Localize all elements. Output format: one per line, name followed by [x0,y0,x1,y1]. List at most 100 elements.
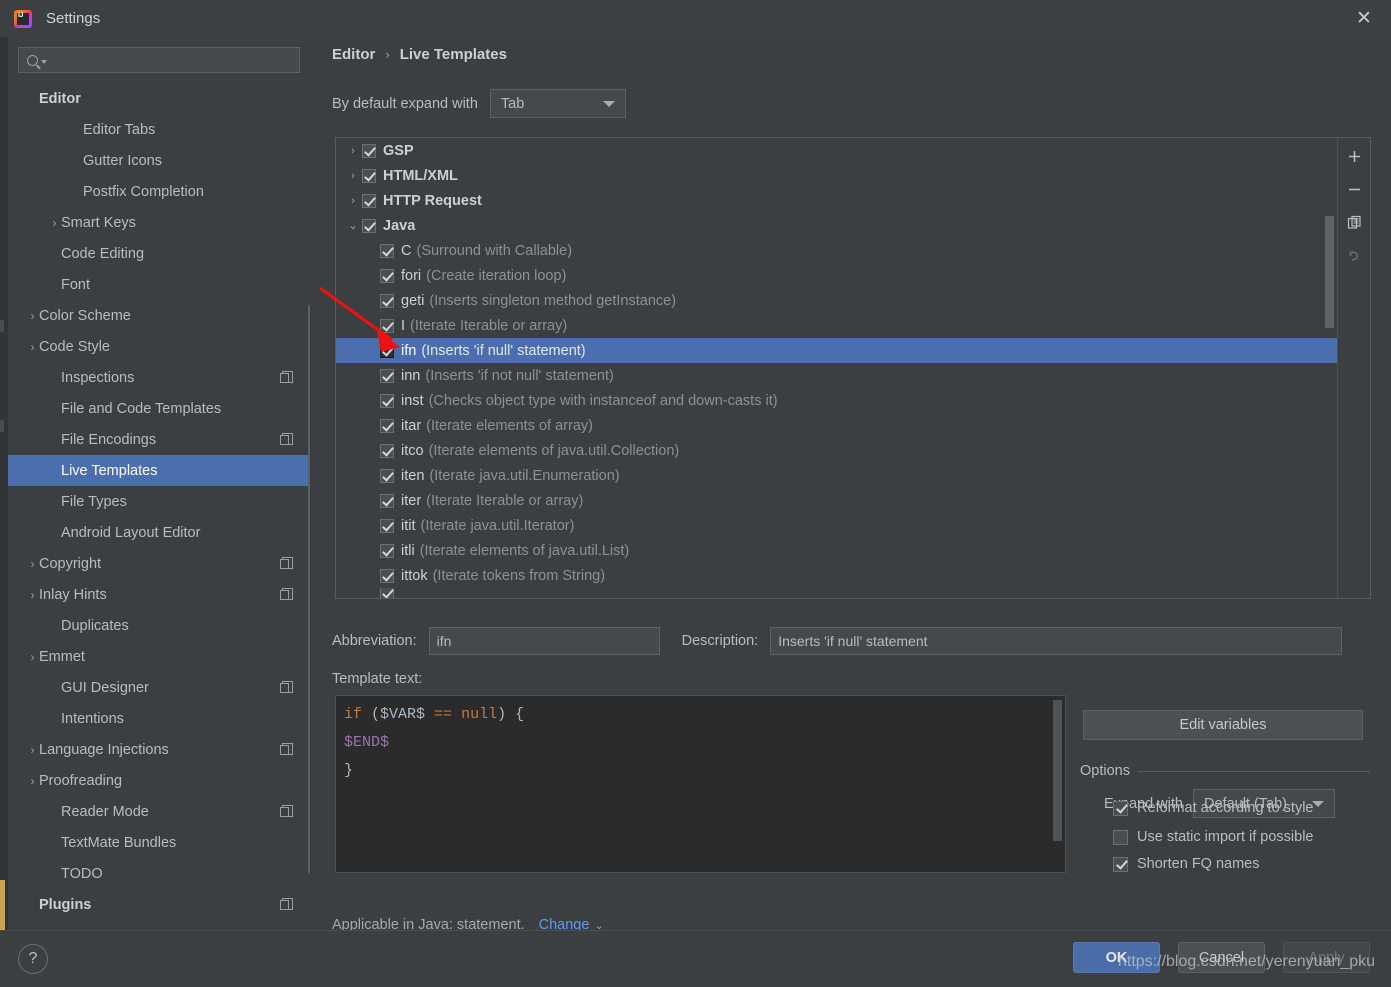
tree-row[interactable]: ittok (Iterate tokens from String) [336,563,1337,588]
template-enabled-checkbox[interactable] [380,343,394,358]
sidebar-item-duplicates[interactable]: Duplicates [8,610,310,641]
apply-button[interactable]: Apply [1283,942,1370,973]
tree-row[interactable]: C (Surround with Callable) [336,238,1337,263]
plus-icon[interactable] [1341,143,1368,170]
sidebar-item-textmate-bundles[interactable]: TextMate Bundles [8,827,310,858]
chevron-right-icon[interactable]: › [26,650,39,664]
sidebar-item-reader-mode[interactable]: Reader Mode [8,796,310,827]
chevron-right-icon[interactable]: › [344,170,362,182]
tree-row[interactable]: › HTTP Request [336,188,1337,213]
copy-icon[interactable] [1341,209,1368,236]
template-enabled-checkbox[interactable] [380,568,394,583]
tree-row[interactable]: inn (Inserts 'if not null' statement) [336,363,1337,388]
tree-row-selected[interactable]: ifn (Inserts 'if null' statement) [336,338,1338,363]
sidebar-item-live-templates[interactable]: Live Templates [8,455,310,486]
sidebar-item-smart-keys[interactable]: › Smart Keys [8,207,310,238]
sidebar-item-color-scheme[interactable]: › Color Scheme [8,300,310,331]
live-templates-tree[interactable]: › GSP › HTML/XML › HTTP Request ⌄ Java C (Surroun… [336,138,1338,598]
description-input[interactable] [770,627,1343,655]
cancel-button[interactable]: Cancel [1178,942,1265,973]
sidebar-item-inspections[interactable]: Inspections [8,362,310,393]
sidebar-item-language-injections[interactable]: › Language Injections [8,734,310,765]
option-checkbox-use-static-import-if-possible[interactable]: Use static import if possible [1113,829,1313,845]
sidebar-item-file-encodings[interactable]: File Encodings [8,424,310,455]
tree-row[interactable]: itco (Iterate elements of java.util.Colle… [336,438,1337,463]
close-icon[interactable]: ✕ [1337,0,1391,37]
sidebar-scrollbar[interactable] [308,305,310,873]
template-enabled-checkbox[interactable] [380,443,394,458]
search-box[interactable] [18,47,300,73]
ok-button[interactable]: OK [1073,942,1160,973]
checkbox[interactable] [1113,829,1128,845]
template-enabled-checkbox[interactable] [380,468,394,483]
sidebar-item-todo[interactable]: TODO [8,858,310,889]
tree-row[interactable]: fori (Create iteration loop) [336,263,1337,288]
tree-row[interactable]: › GSP [336,138,1337,163]
sidebar-item-code-style[interactable]: › Code Style [8,331,310,362]
tree-row[interactable]: itar (Iterate elements of array) [336,413,1337,438]
chevron-right-icon[interactable]: › [26,557,39,571]
sidebar-item-gutter-icons[interactable]: Gutter Icons [8,145,310,176]
minus-icon[interactable] [1341,176,1368,203]
abbreviation-input[interactable] [428,627,660,655]
sidebar-item-postfix-completion[interactable]: Postfix Completion [8,176,310,207]
tree-row[interactable]: ⌄ Java [336,213,1337,238]
chevron-right-icon[interactable]: › [26,309,39,323]
tree-row[interactable]: itli (Iterate elements of java.util.List) [336,538,1337,563]
sidebar-item-editor-tabs[interactable]: Editor Tabs [8,114,310,145]
template-text-editor[interactable]: if ($VAR$ == null) {$END$} [335,695,1066,873]
template-enabled-checkbox[interactable] [380,293,394,308]
template-enabled-checkbox[interactable] [380,368,394,383]
sidebar-item-emmet[interactable]: › Emmet [8,641,310,672]
tree-row[interactable]: itit (Iterate java.util.Iterator) [336,513,1337,538]
template-enabled-checkbox[interactable] [380,543,394,558]
template-enabled-checkbox[interactable] [362,193,376,208]
checkbox[interactable] [1113,800,1128,816]
template-enabled-checkbox[interactable] [380,588,394,598]
option-checkbox-shorten-fq-names[interactable]: Shorten FQ names [1113,856,1260,872]
template-enabled-checkbox[interactable] [380,393,394,408]
chevron-down-icon[interactable]: ⌄ [344,219,362,232]
tree-row[interactable]: I (Iterate Iterable or array) [336,313,1337,338]
chevron-right-icon[interactable]: › [344,195,362,207]
chevron-right-icon[interactable]: › [26,743,39,757]
tree-row[interactable]: iten (Iterate java.util.Enumeration) [336,463,1337,488]
sidebar-item-file-types[interactable]: File Types [8,486,310,517]
tree-row-partial[interactable] [336,588,1337,598]
sidebar-item-code-editing[interactable]: Code Editing [8,238,310,269]
chevron-right-icon[interactable]: › [26,774,39,788]
tree-scrollbar-thumb[interactable] [1325,216,1335,328]
chevron-right-icon[interactable]: › [344,145,362,157]
template-enabled-checkbox[interactable] [362,218,376,233]
sidebar-scrollbar-thumb[interactable] [308,305,310,873]
default-expand-dropdown[interactable]: Tab [489,89,626,118]
sidebar-item-proofreading[interactable]: › Proofreading [8,765,310,796]
sidebar-item-android-layout-editor[interactable]: Android Layout Editor [8,517,310,548]
sidebar-item-plugins[interactable]: Plugins [8,889,310,920]
chevron-right-icon[interactable]: › [26,340,39,354]
tree-row[interactable]: iter (Iterate Iterable or array) [336,488,1337,513]
template-enabled-checkbox[interactable] [380,268,394,283]
template-enabled-checkbox[interactable] [362,168,376,183]
template-enabled-checkbox[interactable] [380,418,394,433]
tree-row[interactable]: inst (Checks object type with instanceof … [336,388,1337,413]
sidebar-item-inlay-hints[interactable]: › Inlay Hints [8,579,310,610]
tree-row[interactable]: › HTML/XML [336,163,1337,188]
template-enabled-checkbox[interactable] [380,518,394,533]
sidebar-item-gui-designer[interactable]: GUI Designer [8,672,310,703]
template-enabled-checkbox[interactable] [362,143,376,158]
sidebar-item-file-and-code-templates[interactable]: File and Code Templates [8,393,310,424]
template-enabled-checkbox[interactable] [380,493,394,508]
sidebar-item-font[interactable]: Font [8,269,310,300]
template-enabled-checkbox[interactable] [380,318,394,333]
chevron-right-icon[interactable]: › [26,588,39,602]
template-editor-scrollbar-thumb[interactable] [1053,700,1062,841]
sidebar-item-copyright[interactable]: › Copyright [8,548,310,579]
checkbox[interactable] [1113,856,1128,872]
option-checkbox-reformat-according-to-style[interactable]: Reformat according to style [1113,800,1314,816]
tree-row[interactable]: geti (Inserts singleton method getInstanc… [336,288,1337,313]
help-icon[interactable]: ? [18,944,48,974]
sidebar-item-intentions[interactable]: Intentions [8,703,310,734]
chevron-right-icon[interactable]: › [48,216,61,230]
breadcrumb-parent[interactable]: Editor [332,46,375,63]
